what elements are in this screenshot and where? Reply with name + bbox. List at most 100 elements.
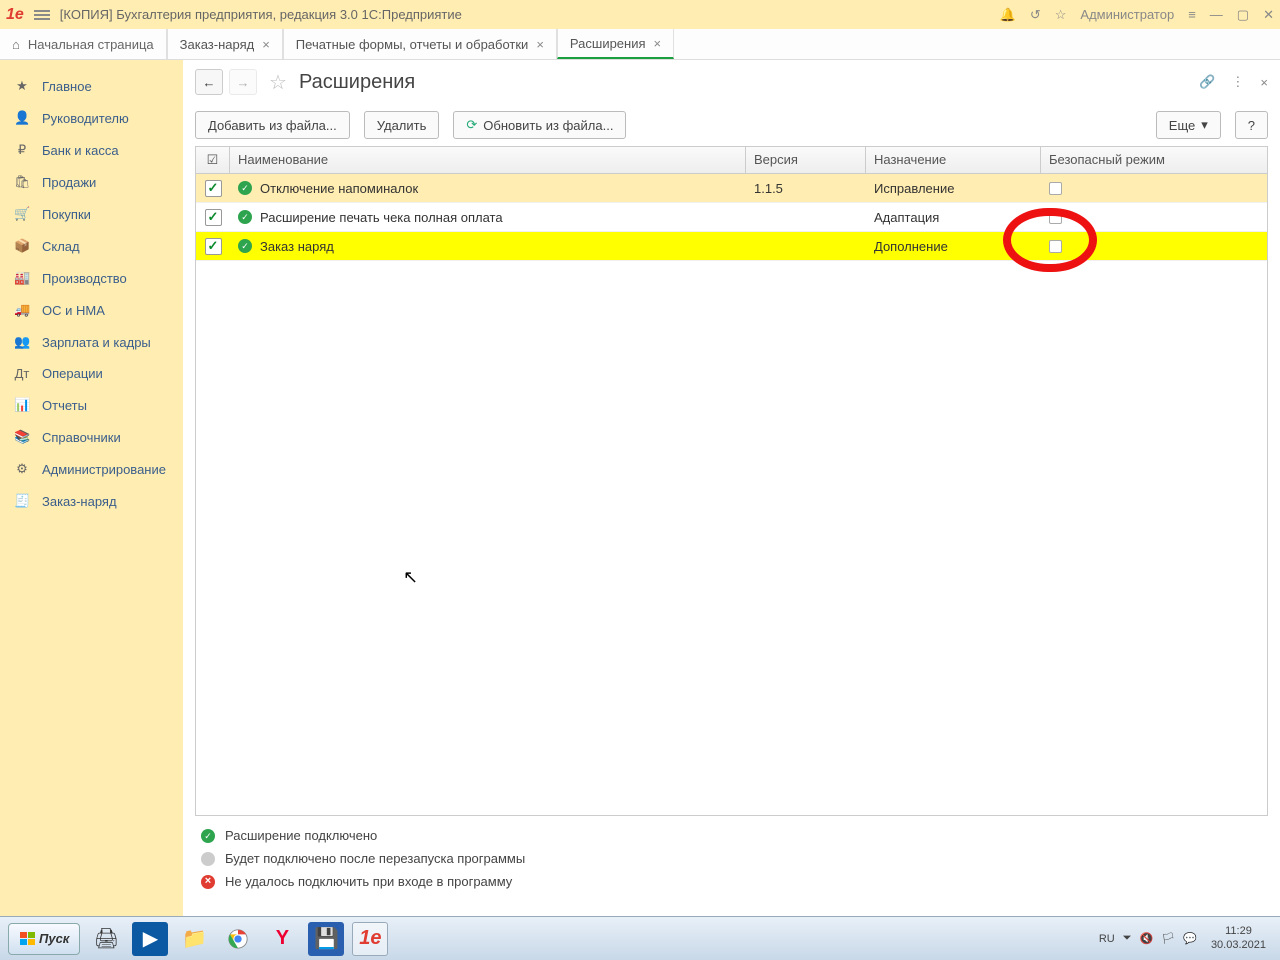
minimize-button[interactable]: —: [1210, 7, 1223, 22]
doc-icon: 🧾: [14, 493, 30, 509]
tab-print-forms[interactable]: Печатные формы, отчеты и обработки ×: [283, 29, 557, 59]
taskbar-app-chrome[interactable]: [220, 922, 256, 956]
sidebar-item-hr[interactable]: 👥Зарплата и кадры: [0, 326, 183, 358]
column-name[interactable]: Наименование: [230, 147, 746, 173]
tab-extensions[interactable]: Расширения ×: [557, 29, 674, 59]
delete-button[interactable]: Удалить: [364, 111, 440, 139]
close-icon[interactable]: ×: [536, 37, 544, 52]
start-button[interactable]: Пуск: [8, 923, 80, 955]
sidebar-item-order-form[interactable]: 🧾 Заказ-наряд: [0, 485, 183, 517]
sidebar-item-admin[interactable]: ⚙ Администрирование: [0, 453, 183, 485]
taskbar-app-yandex[interactable]: Y: [264, 922, 300, 956]
row-checkbox[interactable]: [205, 209, 222, 226]
cell-version: 1.1.5: [746, 181, 866, 196]
nav-forward-button[interactable]: →: [229, 69, 257, 95]
hamburger-icon[interactable]: [34, 8, 50, 22]
tray-sound-icon[interactable]: 🔇: [1140, 932, 1154, 945]
legend-row-ok: ✓Расширение подключено: [201, 828, 1262, 843]
tray-flag-icon[interactable]: 🏳: [1161, 932, 1175, 945]
sidebar-item-operations[interactable]: ДтОперации: [0, 358, 183, 389]
legend-row-pending: Будет подключено после перезапуска прогр…: [201, 851, 1262, 866]
safe-mode-checkbox[interactable]: [1049, 240, 1062, 253]
user-label[interactable]: Администратор: [1080, 7, 1174, 22]
star-icon[interactable]: ☆: [1055, 7, 1067, 23]
table-row[interactable]: ✓Расширение печать чека полная оплата Ад…: [196, 203, 1267, 232]
taskbar: Пуск 🖨 ▶ 📁 Y 💾 1e RU ⏷ 🔇 🏳 💬 11:29 30.03…: [0, 916, 1280, 960]
close-page-icon[interactable]: ×: [1260, 75, 1268, 90]
tray-chevron-icon[interactable]: ⏷: [1123, 932, 1132, 945]
column-version[interactable]: Версия: [746, 147, 866, 173]
sidebar-item-label: Банк и касса: [42, 143, 119, 158]
tray-clock[interactable]: 11:29 30.03.2021: [1205, 925, 1272, 951]
legend-label: Не удалось подключить при входе в програ…: [225, 874, 512, 889]
update-from-file-button[interactable]: ⟳Обновить из файла...: [453, 111, 626, 139]
ops-icon: Дт: [14, 366, 30, 381]
gear-icon: ⚙: [14, 461, 30, 477]
tray-lang[interactable]: RU: [1099, 933, 1115, 945]
sidebar-item-bank[interactable]: ₽Банк и касса: [0, 134, 183, 166]
sidebar-item-purchases[interactable]: 🛒Покупки: [0, 198, 183, 230]
tab-order[interactable]: Заказ-наряд ×: [167, 29, 283, 59]
close-icon[interactable]: ×: [654, 36, 662, 51]
sidebar-item-manager[interactable]: 👤Руководителю: [0, 102, 183, 134]
system-tray: RU ⏷ 🔇 🏳 💬 11:29 30.03.2021: [1099, 925, 1272, 951]
truck-icon: 🚚: [14, 302, 30, 318]
button-label: Добавить из файла...: [208, 118, 337, 133]
book-icon: 📚: [14, 429, 30, 445]
more-button[interactable]: Еще ▾: [1156, 111, 1221, 139]
main-tabs: ⌂ Начальная страница Заказ-наряд × Печат…: [0, 29, 1280, 60]
tab-label: Заказ-наряд: [180, 37, 255, 52]
sidebar-item-label: Главное: [42, 79, 92, 94]
safe-mode-checkbox[interactable]: [1049, 182, 1062, 195]
close-window-button[interactable]: ✕: [1263, 7, 1274, 23]
row-checkbox[interactable]: [205, 180, 222, 197]
taskbar-app-explorer[interactable]: 📁: [176, 922, 212, 956]
toolbar: Добавить из файла... Удалить ⟳Обновить и…: [183, 104, 1280, 146]
table-body: ✓Отключение напоминалок 1.1.5 Исправлени…: [196, 174, 1267, 815]
safe-mode-checkbox[interactable]: [1049, 211, 1062, 224]
cell-purpose: Исправление: [866, 181, 1041, 196]
sidebar-item-main[interactable]: ★Главное: [0, 70, 183, 102]
column-purpose[interactable]: Назначение: [866, 147, 1041, 173]
sidebar-item-warehouse[interactable]: 📦Склад: [0, 230, 183, 262]
home-tab[interactable]: ⌂ Начальная страница: [0, 29, 167, 59]
status-ok-icon: ✓: [201, 829, 215, 843]
main-content: ← → ☆ Расширения 🔗 ⋮ × Добавить из файла…: [183, 60, 1280, 916]
status-ok-icon: ✓: [238, 181, 252, 195]
home-icon: ⌂: [12, 37, 20, 52]
history-icon[interactable]: ↺: [1030, 7, 1041, 23]
sidebar-item-label: Заказ-наряд: [42, 494, 117, 509]
table-row[interactable]: ✓Отключение напоминалок 1.1.5 Исправлени…: [196, 174, 1267, 203]
maximize-button[interactable]: ▢: [1237, 7, 1249, 23]
table-row[interactable]: ✓Заказ наряд Дополнение: [196, 232, 1267, 261]
favorite-icon[interactable]: ☆: [269, 70, 287, 95]
bell-icon[interactable]: 🔔: [1000, 7, 1016, 23]
sidebar-item-production[interactable]: 🏭Производство: [0, 262, 183, 294]
taskbar-app-save[interactable]: 💾: [308, 922, 344, 956]
nav-back-button[interactable]: ←: [195, 69, 223, 95]
close-icon[interactable]: ×: [262, 37, 270, 52]
sidebar-item-catalogs[interactable]: 📚Справочники: [0, 421, 183, 453]
add-from-file-button[interactable]: Добавить из файла...: [195, 111, 350, 139]
menu-lines-icon[interactable]: ≡: [1188, 7, 1196, 22]
tray-time: 11:29: [1225, 925, 1252, 938]
sidebar-item-sales[interactable]: 🛍Продажи: [0, 166, 183, 198]
link-icon[interactable]: 🔗: [1199, 74, 1215, 90]
help-button[interactable]: ?: [1235, 111, 1268, 139]
sidebar-item-label: ОС и НМА: [42, 303, 105, 318]
taskbar-app-powershell[interactable]: ▶: [132, 922, 168, 956]
sidebar-item-reports[interactable]: 📊Отчеты: [0, 389, 183, 421]
kebab-icon[interactable]: ⋮: [1231, 74, 1244, 90]
sidebar-item-assets[interactable]: 🚚 ОС и НМА: [0, 294, 183, 326]
column-safe-mode[interactable]: Безопасный режим: [1041, 147, 1267, 173]
row-checkbox[interactable]: [205, 238, 222, 255]
start-label: Пуск: [39, 931, 69, 946]
tray-action-icon[interactable]: 💬: [1183, 932, 1197, 945]
taskbar-app-1c[interactable]: 1e: [352, 922, 388, 956]
sidebar-item-label: Администрирование: [42, 462, 166, 477]
taskbar-app-server[interactable]: 🖨: [88, 922, 124, 956]
column-check-all[interactable]: ☑: [196, 147, 230, 173]
cell-name: Заказ наряд: [260, 239, 334, 254]
person-icon: 👤: [14, 110, 30, 126]
status-fail-icon: ×: [201, 875, 215, 889]
